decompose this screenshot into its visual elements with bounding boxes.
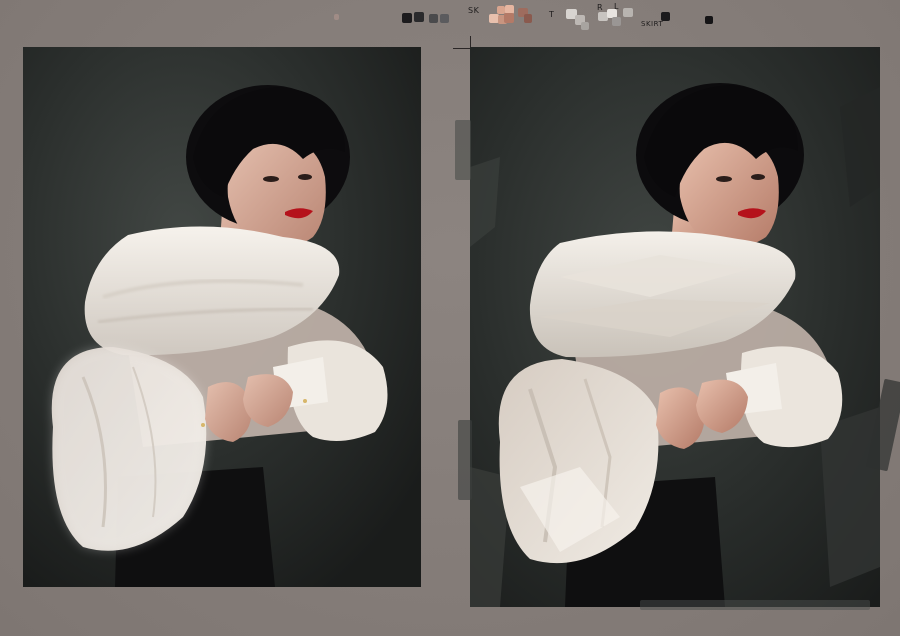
guide-mark-horizontal — [453, 48, 471, 49]
palette-swatch-gray[interactable] — [429, 14, 438, 23]
painting-panel — [470, 47, 880, 607]
palette-swatch-light[interactable] — [612, 17, 621, 26]
palette-swatch-skin[interactable] — [524, 14, 532, 23]
cuff-button — [201, 423, 205, 427]
eye — [263, 176, 279, 182]
palette-swatch-dark[interactable] — [661, 12, 670, 21]
eye — [298, 174, 312, 180]
eye — [716, 176, 732, 182]
palette-label-r: R — [597, 3, 604, 12]
palette-label-t: T — [549, 10, 555, 19]
color-palette: SK T R L SKIRT — [0, 0, 900, 40]
palette-swatch-dark[interactable] — [414, 12, 424, 22]
art-canvas: SK T R L SKIRT — [0, 0, 900, 636]
painted-figure — [470, 47, 880, 607]
cuff-button — [303, 399, 307, 403]
palette-swatch-dark[interactable] — [334, 14, 339, 20]
palette-swatch-gray[interactable] — [440, 14, 449, 23]
palette-swatch-light[interactable] — [581, 22, 589, 30]
eye — [751, 174, 765, 180]
reference-figure — [23, 47, 421, 587]
palette-swatch-light[interactable] — [623, 8, 633, 17]
palette-swatch-dark[interactable] — [402, 13, 412, 23]
palette-swatch-skin[interactable] — [504, 13, 514, 23]
reference-photo-panel — [23, 47, 421, 587]
palette-label-skirt: SKIRT — [641, 20, 664, 28]
brush-stroke — [455, 120, 471, 180]
brush-stroke — [640, 600, 870, 610]
palette-swatch-dark[interactable] — [705, 16, 713, 24]
palette-label-sk: SK — [468, 6, 480, 15]
brush-stroke — [458, 420, 472, 500]
